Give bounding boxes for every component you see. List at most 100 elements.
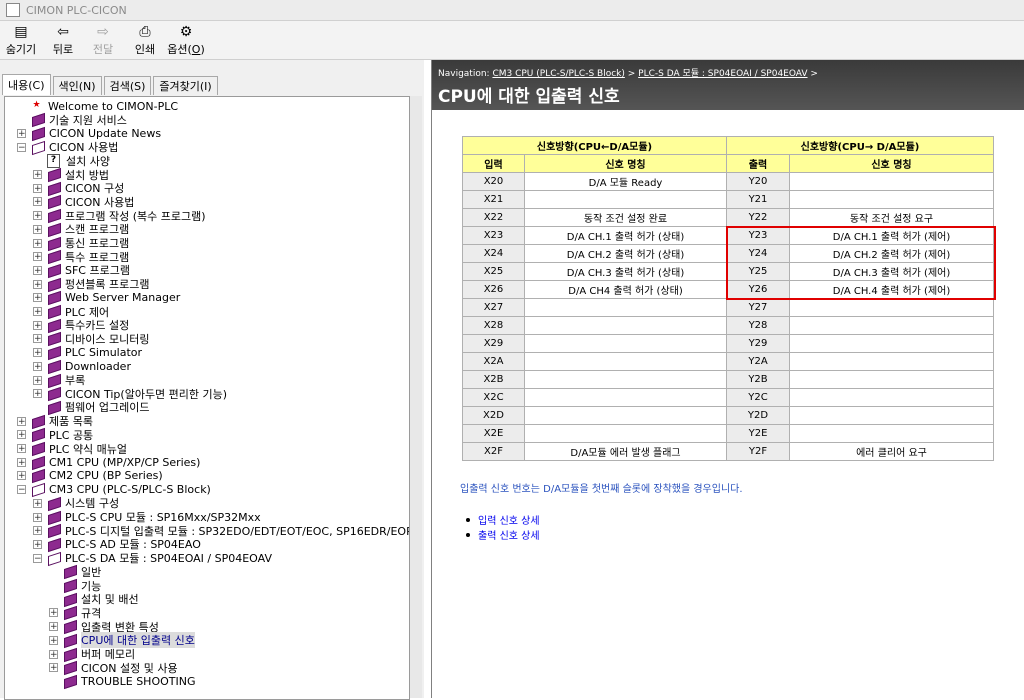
link-label: 입력 신호 상세: [478, 512, 540, 527]
tree-item[interactable]: +펑션블록 프로그램: [33, 277, 149, 291]
expand-icon[interactable]: +: [17, 417, 26, 426]
tree-scrollbar[interactable]: [410, 96, 422, 698]
tab-contents[interactable]: 내용(C): [2, 74, 51, 95]
tree-item[interactable]: +CM2 CPU (BP Series): [17, 469, 163, 483]
expand-icon[interactable]: +: [33, 211, 42, 220]
tree-spacer: [49, 595, 58, 604]
expand-icon[interactable]: +: [33, 252, 42, 261]
tab-favorites[interactable]: 즐겨찾기(I): [153, 76, 217, 95]
expand-icon[interactable]: +: [17, 430, 26, 439]
output-address: Y29: [727, 335, 790, 353]
expand-icon[interactable]: +: [33, 170, 42, 179]
tree-item[interactable]: +CICON 설정 및 사용: [49, 661, 178, 675]
book-icon: [47, 251, 61, 262]
book-icon: [63, 635, 77, 646]
forward-button[interactable]: ⇨ 전달: [90, 23, 116, 57]
book-icon: [47, 169, 61, 180]
output-address: Y22: [727, 209, 790, 227]
output-direction-header: 신호방향(CPU→ D/A모듈): [727, 137, 994, 155]
expand-icon[interactable]: +: [33, 362, 42, 371]
tree-item[interactable]: +PLC Simulator: [33, 346, 142, 360]
output-signal-detail-link[interactable]: 출력 신호 상세: [466, 527, 540, 542]
output-signal-name: [790, 299, 994, 317]
expand-icon[interactable]: +: [33, 376, 42, 385]
options-button[interactable]: ⚙ 옵션(O): [166, 23, 206, 57]
expand-icon[interactable]: +: [33, 197, 42, 206]
expand-icon[interactable]: +: [33, 266, 42, 275]
expand-icon[interactable]: +: [17, 444, 26, 453]
output-signal-name: 에러 클리어 요구: [790, 443, 994, 461]
input-column-header: 입력: [463, 155, 525, 173]
expand-icon[interactable]: +: [33, 540, 42, 549]
tree-spacer: [33, 156, 42, 165]
tree-item[interactable]: 기술 지원 서비스: [17, 113, 127, 127]
expand-icon[interactable]: +: [17, 471, 26, 480]
expand-icon[interactable]: +: [49, 663, 58, 672]
book-icon: [47, 306, 61, 317]
input-signal-name: 동작 조건 설정 완료: [525, 209, 727, 227]
tree-item-label: 디바이스 모니터링: [65, 331, 149, 347]
expand-icon[interactable]: +: [33, 280, 42, 289]
contents-tree[interactable]: ★Welcome to CIMON-PLC기술 지원 서비스+CICON Upd…: [4, 96, 410, 700]
expand-icon[interactable]: +: [33, 184, 42, 193]
tree-item[interactable]: +PLC 약식 매뉴얼: [17, 442, 127, 456]
tree-spacer: [49, 581, 58, 590]
expand-icon[interactable]: +: [33, 513, 42, 522]
table-row: X2CY2C: [463, 389, 994, 407]
forward-label: 전달: [93, 41, 113, 57]
book-icon: [47, 292, 61, 303]
book-icon: [47, 333, 61, 344]
tree-item[interactable]: +CM1 CPU (MP/XP/CP Series): [17, 455, 200, 469]
tree-item[interactable]: + 디바이스 모니터링: [33, 332, 149, 346]
print-button[interactable]: ⎙ 인쇄: [132, 23, 158, 57]
expand-icon[interactable]: +: [33, 307, 42, 316]
book-icon: [63, 607, 77, 618]
expand-icon[interactable]: +: [33, 389, 42, 398]
book-icon: [47, 512, 61, 523]
expand-icon[interactable]: +: [49, 622, 58, 631]
expand-icon[interactable]: +: [33, 348, 42, 357]
output-address: Y2B: [727, 371, 790, 389]
book-icon: [47, 375, 61, 386]
input-signal-detail-link[interactable]: 입력 신호 상세: [466, 512, 540, 527]
breadcrumb-separator: >: [625, 69, 638, 79]
expand-icon[interactable]: +: [33, 321, 42, 330]
expand-icon[interactable]: +: [17, 129, 26, 138]
tree-item[interactable]: TROUBLE SHOOTING: [49, 674, 195, 688]
book-icon: [47, 347, 61, 358]
expand-icon[interactable]: +: [17, 458, 26, 467]
back-button[interactable]: ⇦ 뒤로: [50, 23, 76, 57]
book-icon: [47, 224, 61, 235]
expand-icon[interactable]: +: [33, 239, 42, 248]
book-icon: [31, 114, 45, 125]
tab-index[interactable]: 색인(N): [53, 76, 102, 95]
collapse-icon[interactable]: −: [33, 554, 42, 563]
tree-item[interactable]: −PLC-S DA 모듈 : SP04EOAI / SP04EOAV: [33, 551, 272, 565]
collapse-icon[interactable]: −: [17, 485, 26, 494]
expand-icon[interactable]: +: [33, 499, 42, 508]
collapse-icon[interactable]: −: [17, 143, 26, 152]
expand-icon[interactable]: +: [33, 334, 42, 343]
open-book-icon: [31, 484, 45, 495]
expand-icon[interactable]: +: [49, 608, 58, 617]
tree-item-label: TROUBLE SHOOTING: [81, 675, 195, 688]
hide-button[interactable]: ▤ 숨기기: [4, 23, 38, 57]
output-address: Y2C: [727, 389, 790, 407]
book-icon: [47, 388, 61, 399]
expand-icon[interactable]: +: [33, 526, 42, 535]
tab-search[interactable]: 검색(S): [104, 76, 152, 95]
expand-icon[interactable]: +: [33, 225, 42, 234]
output-address: Y2D: [727, 407, 790, 425]
input-signal-name: D/A CH4 출력 허가 (상태): [525, 281, 727, 299]
input-address: X23: [463, 227, 525, 245]
breadcrumb-link-cm3[interactable]: CM3 CPU (PLC-S/PLC-S Block): [492, 69, 624, 79]
book-icon: [47, 279, 61, 290]
book-icon: [31, 416, 45, 427]
expand-icon[interactable]: +: [49, 650, 58, 659]
expand-icon[interactable]: +: [33, 293, 42, 302]
book-icon: [47, 361, 61, 372]
output-signal-name: 동작 조건 설정 요구: [790, 209, 994, 227]
breadcrumb-link-da-module[interactable]: PLC-S DA 모듈 : SP04EOAI / SP04EOAV: [638, 69, 807, 79]
expand-icon[interactable]: +: [49, 636, 58, 645]
output-signal-name: [790, 407, 994, 425]
